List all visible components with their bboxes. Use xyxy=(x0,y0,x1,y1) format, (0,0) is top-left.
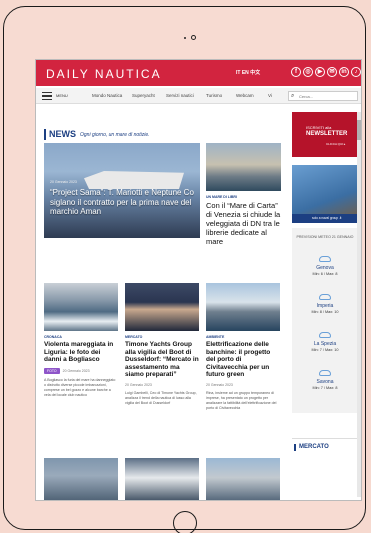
news-subtitle: Ogni giorno, un mare di notizie. xyxy=(80,132,150,138)
cloud-icon xyxy=(319,294,331,300)
mercato-label[interactable]: MERCATO xyxy=(299,444,329,450)
card-title[interactable]: Violenta mareggiata in Liguria: le foto … xyxy=(44,341,118,364)
article-card[interactable]: AMBIENTE Elettrificazione delle banchine… xyxy=(206,283,280,411)
mail-icon[interactable]: ✉ xyxy=(327,67,337,77)
side-story[interactable]: UN MARE DI LIBRI Con il “Mare di Carta” … xyxy=(206,143,281,246)
portrait-image[interactable] xyxy=(125,283,199,331)
mercato-section-heading[interactable]: MERCATO xyxy=(292,438,358,452)
cloud-icon xyxy=(319,256,331,262)
card-meta: FOTO 20 Gennaio 2023 xyxy=(44,367,118,374)
weather-city: La Spezia Min: 7 / Max: 10 xyxy=(292,332,358,352)
city-temps: Min: 6 / Max: 8 xyxy=(312,272,338,276)
article-thumbnail[interactable] xyxy=(44,458,118,500)
facebook-icon[interactable]: f xyxy=(291,67,301,77)
newsletter-cta[interactable]: CLICCA QUI ▸ xyxy=(326,142,345,146)
article-card[interactable]: CRONACA Violenta mareggiata in Liguria: … xyxy=(44,283,118,398)
weather-city: Savona Min: 7 / Max: 8 xyxy=(292,370,358,390)
nav-item-webcam[interactable]: Webcam xyxy=(236,93,254,98)
hamburger-icon xyxy=(42,92,52,100)
card-date: 20 Gennaio 2023 xyxy=(206,382,233,387)
section-accent-bar xyxy=(294,444,296,451)
card-date: 20 Gennaio 2023 xyxy=(62,368,90,373)
article-thumbnail[interactable] xyxy=(206,458,280,500)
venice-canal-image[interactable] xyxy=(206,143,281,191)
news-title: NEWS xyxy=(49,129,76,139)
city-name: Genova xyxy=(316,265,334,271)
site-header: DAILY NAUTICA IT EN 中文 f ◎ ▶ ✉ in ♪ xyxy=(36,60,361,86)
language-switcher[interactable]: IT EN 中文 xyxy=(236,69,260,76)
card-excerpt: Luigi Gambelli, Ceo di Timone Yachts Gro… xyxy=(125,390,197,405)
site-logo[interactable]: DAILY NAUTICA xyxy=(46,67,162,81)
city-name: Imperia xyxy=(316,303,334,309)
card-category[interactable]: AMBIENTE xyxy=(206,335,280,339)
search-box[interactable]: ⌕ xyxy=(288,91,358,101)
nav-item-more[interactable]: Vi xyxy=(268,93,272,98)
youtube-icon[interactable]: ▶ xyxy=(315,67,325,77)
search-input[interactable] xyxy=(299,93,355,100)
storm-waves-image[interactable] xyxy=(44,283,118,331)
camera-icon xyxy=(184,34,214,42)
main-nav: MENU Mondo Nautica Superyacht Servizi na… xyxy=(36,88,361,104)
weather-city: Genova Min: 6 / Max: 8 xyxy=(292,256,358,276)
city-name: La Spezia xyxy=(313,341,337,347)
section-accent-bar xyxy=(44,129,46,140)
newsletter-line2: NEWSLETTER xyxy=(306,131,348,137)
menu-label: MENU xyxy=(56,93,68,98)
card-category[interactable]: MERCATO xyxy=(125,335,199,339)
article-card[interactable]: MERCATO Timone Yachts Group alla vigilia… xyxy=(125,283,199,406)
card-excerpt: Rina, insieme ad un gruppo temporaneo di… xyxy=(206,390,277,410)
city-name: Savona xyxy=(316,379,334,385)
city-temps: Min: 7 / Max: 10 xyxy=(311,348,339,352)
tablet-frame: DAILY NAUTICA IT EN 中文 f ◎ ▶ ✉ in ♪ MENU… xyxy=(3,6,366,533)
city-temps: Min: 8 / Max: 10 xyxy=(311,310,339,314)
scrollbar-thumb[interactable] xyxy=(357,120,361,140)
card-excerpt: A Bogliasco la furia del mare ha dannegg… xyxy=(44,377,116,397)
linkedin-icon[interactable]: in xyxy=(339,67,349,77)
cloud-icon xyxy=(319,370,331,376)
hero-story[interactable]: 20 Gennaio 2023 “Project Sama”: T. Mario… xyxy=(44,143,200,238)
hero-headline[interactable]: “Project Sama”: T. Mariotti e Neptune Co… xyxy=(50,188,198,217)
photo-badge: FOTO xyxy=(44,367,60,374)
port-image[interactable] xyxy=(206,283,280,331)
hero-date: 20 Gennaio 2023 xyxy=(50,180,77,184)
card-category[interactable]: CRONACA xyxy=(44,335,118,339)
nav-item-superyacht[interactable]: Superyacht xyxy=(132,93,155,98)
newsletter-line1: ISCRIVITI alla xyxy=(306,125,332,130)
card-title[interactable]: Timone Yachts Group alla vigilia del Boo… xyxy=(125,341,199,379)
card-date: 20 Gennaio 2023 xyxy=(125,382,152,387)
cruise-ship-image xyxy=(84,171,184,189)
weather-widget: PREVISIONI METEO 21 GENNAIO Genova Min: … xyxy=(292,228,358,413)
tiktok-icon[interactable]: ♪ xyxy=(351,67,361,77)
cloud-icon xyxy=(319,332,331,338)
nav-item-turismo[interactable]: Turismo xyxy=(206,93,222,98)
nav-item-mondo-nautica[interactable]: Mondo Nautica xyxy=(92,93,122,98)
search-icon[interactable]: ⌕ xyxy=(291,93,294,100)
story-category[interactable]: UN MARE DI LIBRI xyxy=(206,195,281,199)
weather-title: PREVISIONI METEO 21 GENNAIO xyxy=(296,235,354,239)
banner-caption: solo a naval group .it xyxy=(292,214,358,223)
article-thumbnail[interactable] xyxy=(125,458,199,500)
instagram-icon[interactable]: ◎ xyxy=(303,67,313,77)
nav-item-servizi-nautici[interactable]: Servizi nautici xyxy=(166,93,194,98)
browser-viewport: DAILY NAUTICA IT EN 中文 f ◎ ▶ ✉ in ♪ MENU… xyxy=(35,59,362,501)
city-temps: Min: 7 / Max: 8 xyxy=(312,386,338,390)
card-title[interactable]: Elettrificazione delle banchine: il prog… xyxy=(206,341,280,379)
weather-city: Imperia Min: 8 / Max: 10 xyxy=(292,294,358,314)
naval-group-banner[interactable]: solo a naval group .it xyxy=(292,165,358,223)
scrollbar[interactable] xyxy=(357,112,361,497)
home-button[interactable] xyxy=(173,511,197,533)
newsletter-banner[interactable]: ISCRIVITI alla NEWSLETTER CLICCA QUI ▸ xyxy=(292,112,358,157)
menu-button[interactable]: MENU xyxy=(42,91,76,101)
story-title[interactable]: Con il “Mare di Carta” di Venezia si chi… xyxy=(206,201,281,246)
